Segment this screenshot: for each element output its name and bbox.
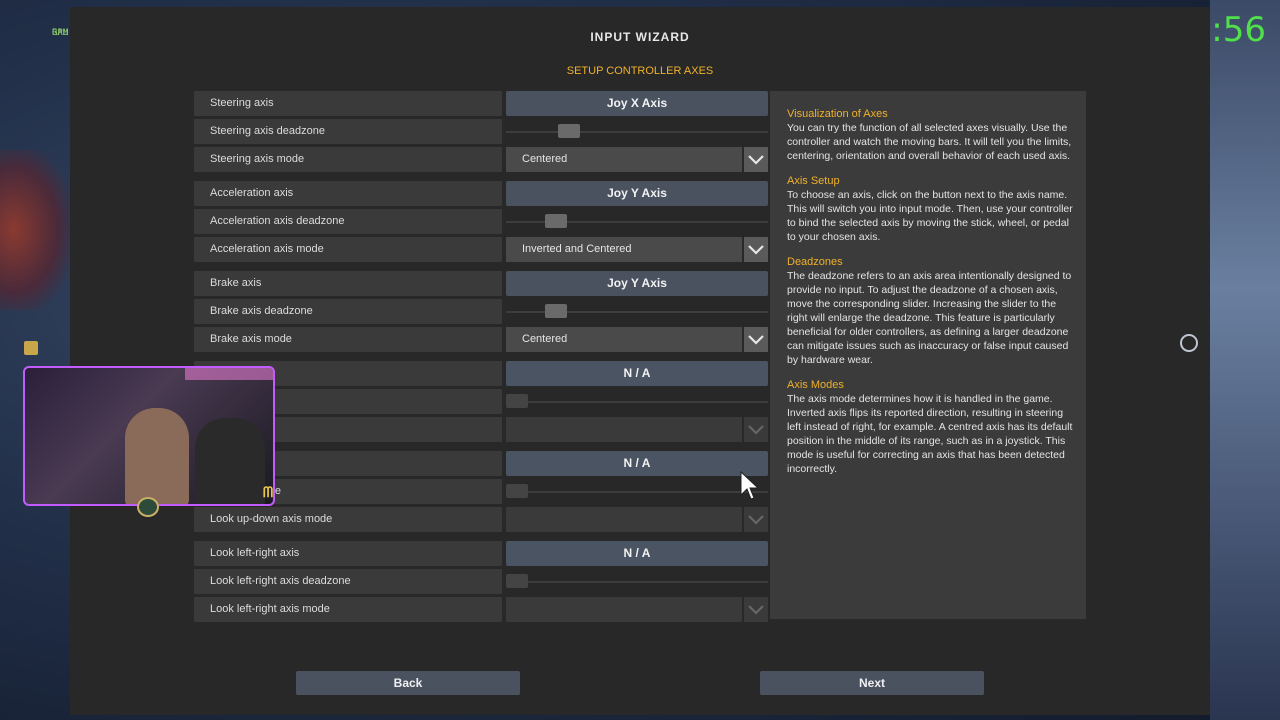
webcam-light-strip — [185, 368, 273, 380]
axis-setting-label: Steering axis deadzone — [194, 119, 502, 144]
deadzone-slider-thumb[interactable] — [506, 484, 528, 498]
axis-setting-label: Acceleration axis — [194, 181, 502, 206]
streamer-left — [125, 408, 189, 504]
axis-setting-label: Brake axis deadzone — [194, 299, 502, 324]
next-button[interactable]: Next — [760, 671, 984, 695]
wizard-title: INPUT WIZARD — [590, 30, 690, 44]
axis-setting-row: Acceleration axis mode Inverted and Cente… — [194, 237, 770, 262]
chevron-down-icon[interactable] — [744, 147, 768, 172]
corner-logo-icon: ᗰ — [263, 484, 274, 500]
axis-bind-button[interactable]: Joy Y Axis — [506, 181, 768, 206]
deadzone-slider-thumb[interactable] — [506, 394, 528, 408]
help-heading: Deadzones — [787, 256, 843, 268]
axis-setting-row: n axisN / A — [194, 451, 770, 476]
help-text: The axis mode determines how it is handl… — [787, 393, 1073, 475]
ring-indicator-icon — [1180, 334, 1198, 352]
axis-bind-button[interactable]: Joy Y Axis — [506, 271, 768, 296]
axis-setting-row: Look left-right axis mode — [194, 597, 770, 622]
axis-setting-row: eadzone — [194, 389, 770, 414]
help-text: You can try the function of all selected… — [787, 122, 1072, 162]
axis-setting-label: Steering axis — [194, 91, 502, 116]
axis-setting-row: Steering axis mode Centered — [194, 147, 770, 172]
axis-setting-label: Brake axis — [194, 271, 502, 296]
deadzone-slider-thumb[interactable] — [558, 124, 581, 138]
help-heading: Axis Setup — [787, 175, 840, 187]
axis-bind-button[interactable]: N / A — [506, 541, 768, 566]
background-left — [0, 150, 70, 310]
mouse-cursor-icon — [740, 471, 760, 500]
axis-setting-row: Steering axis deadzone — [194, 119, 770, 144]
axis-setting-row: Acceleration axis Joy Y Axis — [194, 181, 770, 206]
axis-mode-select[interactable] — [506, 417, 742, 442]
axis-setting-row: Look left-right axis N / A — [194, 541, 770, 566]
deadzone-slider-track[interactable] — [506, 491, 768, 493]
axis-mode-select[interactable] — [506, 507, 742, 532]
ram-label: RAM — [52, 28, 69, 38]
axis-setting-row: Steering axis Joy X Axis — [194, 91, 770, 116]
axis-setting-label: Acceleration axis mode — [194, 237, 502, 262]
deadzone-slider-thumb[interactable] — [545, 304, 568, 318]
axis-setting-row: Look left-right axis deadzone — [194, 569, 770, 594]
axis-setting-row: N / A — [194, 361, 770, 386]
axis-setting-label: Look up-down axis mode — [194, 507, 502, 532]
input-wizard-window: INPUT WIZARD SETUP CONTROLLER AXES Steer… — [70, 7, 1210, 715]
streamer-right — [195, 418, 265, 504]
axis-mode-select[interactable] — [506, 597, 742, 622]
axis-setting-row: Brake axis Joy Y Axis — [194, 271, 770, 296]
back-button[interactable]: Back — [296, 671, 520, 695]
deadzone-slider-track[interactable] — [506, 581, 768, 583]
webcam-overlay — [23, 366, 275, 506]
channel-logo-icon — [137, 497, 159, 517]
chevron-down-icon[interactable] — [744, 237, 768, 262]
axis-setting-label: Brake axis mode — [194, 327, 502, 352]
help-text: To choose an axis, click on the button n… — [787, 189, 1073, 243]
chevron-down-icon[interactable] — [744, 507, 768, 532]
axis-setting-row: Brake axis deadzone — [194, 299, 770, 324]
axis-bind-button[interactable]: Joy X Axis — [506, 91, 768, 116]
axis-setting-row: ode — [194, 417, 770, 442]
axis-mode-select[interactable]: Inverted and Centered — [506, 237, 742, 262]
axis-setting-row: Look up-down axis mode — [194, 507, 770, 532]
axis-bind-button[interactable]: N / A — [506, 451, 768, 476]
deadzone-slider-thumb[interactable] — [506, 574, 528, 588]
chevron-down-icon[interactable] — [744, 597, 768, 622]
axis-setting-label: Look left-right axis — [194, 541, 502, 566]
axis-mode-select[interactable]: Centered — [506, 327, 742, 352]
axis-setting-label: Acceleration axis deadzone — [194, 209, 502, 234]
axis-setting-label: Look left-right axis deadzone — [194, 569, 502, 594]
chevron-down-icon[interactable] — [744, 417, 768, 442]
deadzone-slider-track[interactable] — [506, 401, 768, 403]
axis-setting-label: Look left-right axis mode — [194, 597, 502, 622]
chevron-down-icon[interactable] — [744, 327, 768, 352]
axis-setting-row: Brake axis mode Centered — [194, 327, 770, 352]
wizard-subtitle: SETUP CONTROLLER AXES — [566, 65, 714, 77]
help-text: The deadzone refers to an axis area inte… — [787, 270, 1072, 366]
axis-setting-row: Acceleration axis deadzone — [194, 209, 770, 234]
channel-badge-icon — [24, 341, 38, 355]
help-heading: Axis Modes — [787, 379, 844, 391]
axis-setting-label: Steering axis mode — [194, 147, 502, 172]
deadzone-slider-thumb[interactable] — [545, 214, 568, 228]
axis-mode-select[interactable]: Centered — [506, 147, 742, 172]
help-heading: Visualization of Axes — [787, 108, 888, 120]
deadzone-slider-track[interactable] — [506, 131, 768, 133]
axis-bind-button[interactable]: N / A — [506, 361, 768, 386]
background-right — [1210, 0, 1280, 720]
help-panel: Visualization of Axes You can try the fun… — [770, 91, 1086, 619]
